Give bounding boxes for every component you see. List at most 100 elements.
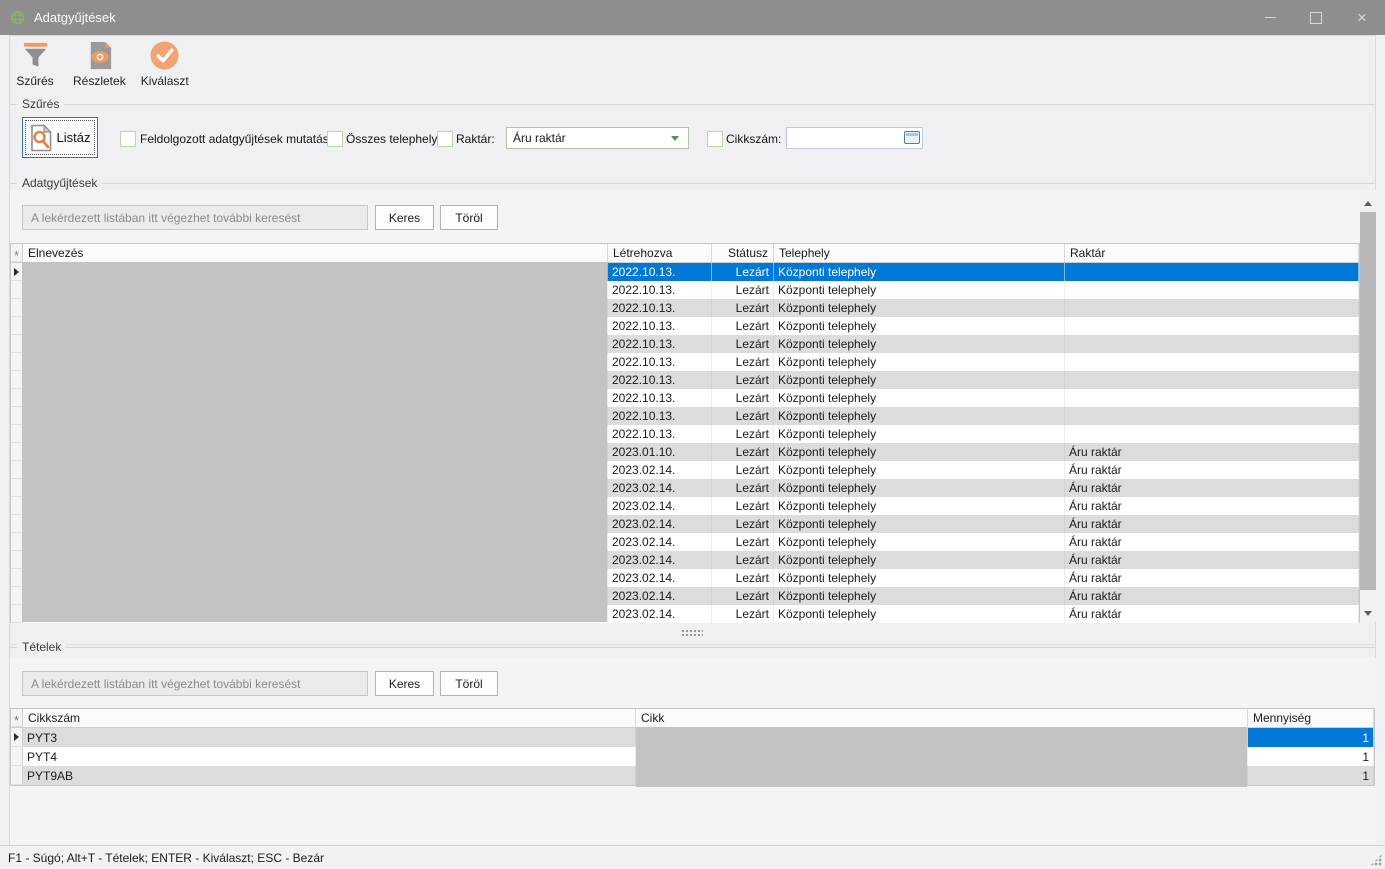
cell-status[interactable]: Lezárt bbox=[712, 443, 774, 461]
items-search-button[interactable]: Keres bbox=[375, 671, 434, 696]
row-selector-cell[interactable] bbox=[11, 766, 23, 785]
cell-site[interactable]: Központi telephely bbox=[774, 551, 1065, 569]
cell-quantity[interactable]: 1 bbox=[1248, 747, 1374, 766]
cell-status[interactable]: Lezárt bbox=[712, 533, 774, 551]
cell-site[interactable]: Központi telephely bbox=[774, 425, 1065, 443]
cell-warehouse[interactable]: Áru raktár bbox=[1065, 533, 1359, 551]
cell-site[interactable]: Központi telephely bbox=[774, 299, 1065, 317]
cell-site[interactable]: Központi telephely bbox=[774, 569, 1065, 587]
cell-warehouse[interactable] bbox=[1065, 317, 1359, 335]
cell-quantity[interactable]: 1 bbox=[1248, 728, 1374, 747]
cell-warehouse[interactable]: Áru raktár bbox=[1065, 587, 1359, 605]
cell-created[interactable]: 2023.02.14. bbox=[608, 461, 712, 479]
cell-created[interactable]: 2022.10.13. bbox=[608, 389, 712, 407]
vertical-scrollbar[interactable] bbox=[1360, 195, 1376, 622]
cell-created[interactable]: 2022.10.13. bbox=[608, 407, 712, 425]
cell-site[interactable]: Központi telephely bbox=[774, 497, 1065, 515]
scroll-down-button[interactable] bbox=[1360, 605, 1376, 622]
cell-status[interactable]: Lezárt bbox=[712, 335, 774, 353]
item-number-input[interactable] bbox=[786, 127, 923, 149]
collections-search-button[interactable]: Keres bbox=[375, 205, 434, 230]
checkbox-item-number[interactable] bbox=[707, 131, 723, 147]
cell-created[interactable]: 2022.10.13. bbox=[608, 263, 712, 281]
cell-warehouse[interactable]: Áru raktár bbox=[1065, 569, 1359, 587]
cell-warehouse[interactable]: Áru raktár bbox=[1065, 497, 1359, 515]
minimize-button[interactable] bbox=[1247, 0, 1293, 35]
cell-created[interactable]: 2023.01.10. bbox=[608, 443, 712, 461]
column-header-item-number[interactable]: Cikkszám bbox=[23, 709, 636, 727]
resize-grip[interactable] bbox=[1370, 854, 1382, 866]
column-header-status[interactable]: Státusz bbox=[712, 244, 774, 262]
cell-site[interactable]: Központi telephely bbox=[774, 335, 1065, 353]
cell-site[interactable]: Központi telephely bbox=[774, 461, 1065, 479]
cell-created[interactable]: 2022.10.13. bbox=[608, 317, 712, 335]
toolbar-button-details[interactable]: Részletek bbox=[73, 40, 126, 88]
cell-created[interactable]: 2023.02.14. bbox=[608, 587, 712, 605]
checkbox-item-number-label[interactable]: Cikkszám: bbox=[726, 132, 781, 146]
cell-status[interactable]: Lezárt bbox=[712, 587, 774, 605]
cell-status[interactable]: Lezárt bbox=[712, 407, 774, 425]
cell-status[interactable]: Lezárt bbox=[712, 605, 774, 623]
splitter-grip[interactable] bbox=[681, 629, 703, 637]
browse-window-icon[interactable] bbox=[904, 131, 920, 144]
cell-warehouse[interactable] bbox=[1065, 353, 1359, 371]
checkbox-all-sites-label[interactable]: Összes telephely bbox=[346, 132, 437, 146]
cell-created[interactable]: 2022.10.13. bbox=[608, 335, 712, 353]
column-header-name[interactable]: Elnevezés bbox=[23, 244, 608, 262]
cell-status[interactable]: Lezárt bbox=[712, 497, 774, 515]
checkbox-processed-label[interactable]: Feldolgozott adatgyűjtések mutatása bbox=[140, 132, 335, 146]
cell-warehouse[interactable]: Áru raktár bbox=[1065, 443, 1359, 461]
cell-site[interactable]: Központi telephely bbox=[774, 281, 1065, 299]
title-bar[interactable]: Adatgyűjtések × bbox=[0, 0, 1385, 35]
checkbox-warehouse[interactable] bbox=[437, 131, 453, 147]
list-button[interactable]: Listáz bbox=[22, 117, 98, 158]
column-header-created[interactable]: Létrehozva bbox=[608, 244, 712, 262]
checkbox-processed[interactable] bbox=[120, 131, 136, 147]
column-header-warehouse[interactable]: Raktár bbox=[1065, 244, 1359, 262]
cell-created[interactable]: 2023.02.14. bbox=[608, 479, 712, 497]
warehouse-select[interactable]: Áru raktár bbox=[506, 127, 689, 149]
row-selector-header[interactable]: * bbox=[11, 244, 23, 262]
cell-warehouse[interactable] bbox=[1065, 263, 1359, 281]
cell-quantity[interactable]: 1 bbox=[1248, 766, 1374, 785]
cell-status[interactable]: Lezárt bbox=[712, 515, 774, 533]
cell-item-number[interactable]: PYT3 bbox=[23, 728, 636, 747]
cell-created[interactable]: 2022.10.13. bbox=[608, 281, 712, 299]
cell-status[interactable]: Lezárt bbox=[712, 263, 774, 281]
row-selector-cell[interactable] bbox=[11, 728, 23, 747]
cell-warehouse[interactable]: Áru raktár bbox=[1065, 551, 1359, 569]
cell-created[interactable]: 2023.02.14. bbox=[608, 497, 712, 515]
scrollbar-thumb[interactable] bbox=[1360, 212, 1376, 590]
items-search-input[interactable] bbox=[22, 671, 368, 696]
cell-site[interactable]: Központi telephely bbox=[774, 443, 1065, 461]
toolbar-button-filter[interactable]: Szűrés bbox=[12, 40, 58, 88]
cell-site[interactable]: Központi telephely bbox=[774, 515, 1065, 533]
cell-status[interactable]: Lezárt bbox=[712, 479, 774, 497]
cell-status[interactable]: Lezárt bbox=[712, 425, 774, 443]
column-header-site[interactable]: Telephely bbox=[774, 244, 1065, 262]
cell-created[interactable]: 2023.02.14. bbox=[608, 533, 712, 551]
cell-site[interactable]: Központi telephely bbox=[774, 263, 1065, 281]
checkbox-warehouse-label[interactable]: Raktár: bbox=[456, 132, 495, 146]
cell-status[interactable]: Lezárt bbox=[712, 389, 774, 407]
cell-warehouse[interactable] bbox=[1065, 425, 1359, 443]
cell-warehouse[interactable] bbox=[1065, 335, 1359, 353]
cell-warehouse[interactable] bbox=[1065, 407, 1359, 425]
cell-warehouse[interactable]: Áru raktár bbox=[1065, 515, 1359, 533]
row-selector-cell[interactable] bbox=[11, 747, 23, 766]
cell-status[interactable]: Lezárt bbox=[712, 551, 774, 569]
cell-status[interactable]: Lezárt bbox=[712, 299, 774, 317]
cell-created[interactable]: 2023.02.14. bbox=[608, 569, 712, 587]
cell-site[interactable]: Központi telephely bbox=[774, 605, 1065, 623]
maximize-button[interactable] bbox=[1293, 0, 1339, 35]
cell-created[interactable]: 2022.10.13. bbox=[608, 371, 712, 389]
cell-site[interactable]: Központi telephely bbox=[774, 317, 1065, 335]
cell-status[interactable]: Lezárt bbox=[712, 353, 774, 371]
checkbox-all-sites[interactable] bbox=[327, 131, 343, 147]
cell-site[interactable]: Központi telephely bbox=[774, 479, 1065, 497]
cell-warehouse[interactable] bbox=[1065, 299, 1359, 317]
cell-site[interactable]: Központi telephely bbox=[774, 371, 1065, 389]
cell-created[interactable]: 2023.02.14. bbox=[608, 515, 712, 533]
toolbar-button-select[interactable]: Kiválaszt bbox=[141, 40, 189, 88]
cell-created[interactable]: 2023.02.14. bbox=[608, 551, 712, 569]
